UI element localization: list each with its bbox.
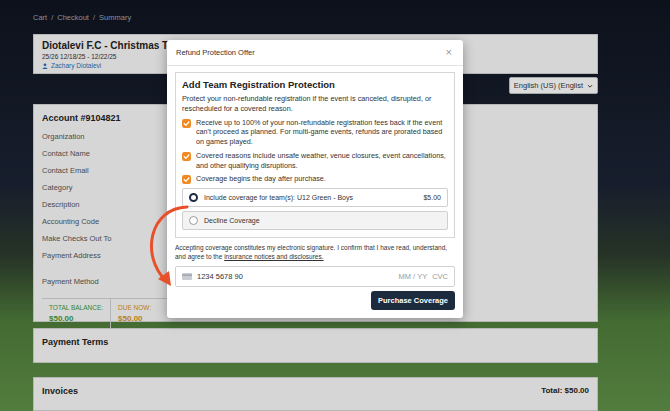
benefit-item: Coverage begins the day after purchase. — [182, 174, 448, 184]
refund-protection-modal: Refund Protection Offer × Add Team Registr… — [167, 40, 463, 318]
cvc-placeholder[interactable]: CVC — [432, 272, 448, 281]
option-price: $5.00 — [423, 194, 441, 201]
radio-button[interactable] — [189, 193, 198, 202]
offer-box: Add Team Registration Protection Protect … — [175, 72, 455, 238]
check-icon — [182, 152, 191, 161]
coverage-option[interactable]: Include coverage for team(s): U12 Green … — [182, 188, 448, 207]
offer-description: Protect your non-refundable registration… — [182, 94, 448, 114]
close-button[interactable]: × — [444, 47, 454, 58]
purchase-button[interactable]: Purchase Coverage — [371, 291, 455, 310]
check-icon — [182, 175, 191, 184]
offer-heading: Add Team Registration Protection — [182, 79, 448, 90]
card-number[interactable]: 1234 5678 90 — [197, 272, 394, 281]
benefit-list: Receive up to 100% of your non-refundabl… — [182, 118, 448, 185]
benefit-item: Covered reasons include unsafe weather, … — [182, 151, 448, 170]
annotation-arrow-icon — [0, 0, 670, 411]
expiry-placeholder[interactable]: MM / YY — [399, 272, 428, 281]
benefit-item: Receive up to 100% of your non-refundabl… — [182, 118, 448, 147]
check-icon — [182, 119, 191, 128]
radio-button[interactable] — [189, 216, 198, 225]
card-input[interactable]: 1234 5678 90 MM / YY CVC — [175, 266, 455, 287]
consent-text: Accepting coverage constitutes my electr… — [175, 243, 455, 261]
modal-header: Refund Protection Offer × — [167, 40, 463, 66]
coverage-option[interactable]: Decline Coverage — [182, 211, 448, 230]
checkout-page: Cart/Checkout/SummaryDiotalevi F.C - Chr… — [0, 0, 670, 411]
disclosures-link[interactable]: insurance notices and disclosures. — [224, 253, 323, 260]
credit-card-icon — [182, 273, 192, 280]
modal-title: Refund Protection Offer — [176, 48, 255, 57]
